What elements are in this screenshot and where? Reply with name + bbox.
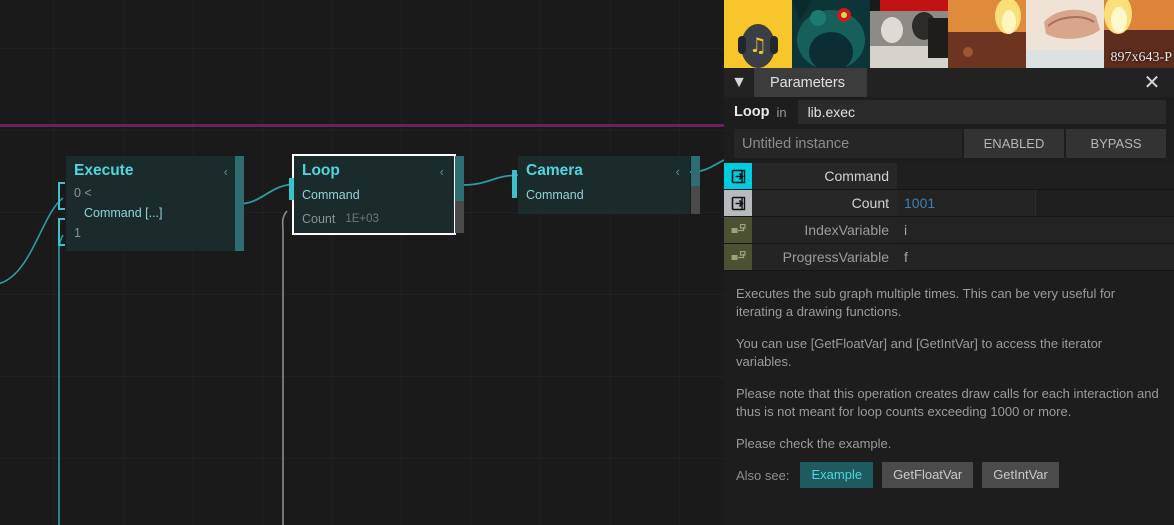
node-camera-input-port[interactable] — [512, 170, 517, 198]
input-arrow-icon[interactable] — [724, 190, 752, 216]
operator-in-word: in — [776, 104, 787, 120]
node-camera-row-command-label: Command — [526, 188, 584, 202]
thumbnail-resolution-label: 897x643-P — [1110, 50, 1172, 65]
application-window: Execute ‹ 0 < Command [...] 1 Loop ‹ Com… — [0, 0, 1174, 525]
node-execute-title: Execute ‹ — [66, 156, 238, 185]
node-execute-port-one[interactable]: 1 — [66, 223, 238, 243]
chevron-left-icon[interactable]: ‹ — [440, 164, 446, 179]
node-loop-row-count-label: Count — [302, 212, 336, 226]
thumbnail-owl[interactable] — [792, 0, 870, 68]
connection-wires — [0, 159, 724, 525]
node-loop-row-command[interactable]: Command — [294, 185, 454, 205]
node-camera-title: Camera ‹ — [518, 156, 690, 185]
parameter-value-count-secondary[interactable] — [1035, 190, 1174, 216]
also-see-getfloatvar-button[interactable]: GetFloatVar — [882, 462, 974, 488]
thumbnail-music[interactable]: ♫ — [724, 0, 792, 68]
node-loop-title: Loop ‹ — [294, 156, 454, 185]
node-execute-input-hook-zero[interactable] — [58, 182, 65, 210]
dropdown-caret-icon[interactable]: ▼ — [724, 68, 754, 97]
parameter-table: Command Count 1001 IndexVariable i Progr… — [724, 163, 1174, 271]
parameter-row-command[interactable]: Command — [724, 163, 1174, 190]
parameter-value-indexvariable-text: i — [904, 222, 908, 238]
parameter-value-progressvariable[interactable]: f — [897, 244, 1174, 270]
thumbnail-explosion[interactable] — [948, 0, 1026, 68]
panel-body: Loop in lib.exec Untitled instance ENABL… — [724, 97, 1174, 525]
variable-icon[interactable] — [724, 217, 752, 243]
node-loop-subgraph-port[interactable] — [455, 201, 464, 233]
node-loop-output-port[interactable] — [455, 156, 464, 201]
also-see-label: Also see: — [736, 467, 790, 483]
node-execute-title-text: Execute — [74, 162, 134, 179]
parameter-label-command: Command — [752, 163, 897, 189]
parameter-value-count[interactable]: 1001 — [897, 190, 1035, 216]
node-camera-output-port[interactable] — [691, 156, 700, 186]
instance-name-input[interactable]: Untitled instance — [734, 129, 962, 158]
library-field[interactable]: lib.exec — [797, 100, 1166, 124]
node-loop-row-command-label: Command — [302, 188, 360, 202]
node-execute-row-command[interactable]: Command [...] — [66, 203, 238, 223]
parameter-row-count[interactable]: Count 1001 — [724, 190, 1174, 217]
node-execute-port-zero-label: 0 < — [74, 186, 92, 200]
variable-icon[interactable] — [724, 244, 752, 270]
thumbnail-hand[interactable] — [1026, 0, 1104, 68]
node-loop[interactable]: Loop ‹ Command Count 1E+03 — [289, 154, 464, 235]
node-loop-row-count[interactable]: Count 1E+03 — [294, 209, 454, 229]
parameters-panel: ♫ 897x643-P ▼ Parameters ✕ Loop in lib.e… — [724, 0, 1174, 525]
parameter-row-progressvariable[interactable]: ProgressVariable f — [724, 244, 1174, 271]
node-graph-canvas[interactable]: Execute ‹ 0 < Command [...] 1 Loop ‹ Com… — [0, 0, 724, 525]
node-execute-row-command-label: Command [...] — [84, 206, 163, 220]
parameter-label-progressvariable: ProgressVariable — [752, 244, 897, 270]
tab-parameters[interactable]: Parameters — [754, 68, 867, 97]
description-paragraph-2: You can use [GetFloatVar] and [GetIntVar… — [736, 335, 1103, 369]
also-see-section: Also see: Example GetFloatVar GetIntVar — [736, 462, 1059, 488]
parameter-label-indexvariable: IndexVariable — [752, 217, 897, 243]
also-see-example-button[interactable]: Example — [800, 462, 874, 488]
also-see-getintvar-button[interactable]: GetIntVar — [982, 462, 1059, 488]
parameter-value-command[interactable] — [897, 163, 1174, 189]
node-loop-title-text: Loop — [302, 162, 340, 179]
node-loop-row-count-value: 1E+03 — [345, 213, 379, 225]
node-execute-input-hook-one[interactable] — [58, 218, 65, 246]
enabled-button[interactable]: ENABLED — [964, 129, 1064, 158]
parameter-row-indexvariable[interactable]: IndexVariable i — [724, 217, 1174, 244]
parameter-label-count: Count — [752, 190, 897, 216]
chevron-left-icon[interactable]: ‹ — [676, 164, 682, 179]
parameter-value-progressvariable-text: f — [904, 249, 908, 265]
operator-name: Loop — [734, 104, 770, 120]
instance-row: Untitled instance ENABLED BYPASS — [734, 129, 1166, 158]
thumbnail-strip[interactable]: ♫ 897x643-P — [724, 0, 1174, 68]
node-loop-input-port[interactable] — [289, 178, 294, 200]
input-arrow-icon[interactable] — [724, 163, 752, 189]
description-text: Executes the sub graph multiple times. T… — [724, 285, 1174, 453]
bypass-button[interactable]: BYPASS — [1066, 129, 1166, 158]
parameter-value-indexvariable[interactable]: i — [897, 217, 1174, 243]
node-camera-title-text: Camera — [526, 162, 583, 179]
description-paragraph-4: Please check the example. — [736, 435, 892, 451]
close-icon[interactable]: ✕ — [1130, 68, 1174, 97]
description-paragraph-3: Please note that this operation creates … — [736, 385, 1159, 419]
thumbnail-bw-photo[interactable] — [870, 0, 948, 68]
parameter-value-count-number: 1001 — [904, 195, 936, 211]
description-paragraph-1: Executes the sub graph multiple times. T… — [736, 286, 1116, 319]
svg-text:♫: ♫ — [749, 33, 767, 57]
node-camera-secondary-port[interactable] — [691, 186, 700, 214]
node-execute[interactable]: Execute ‹ 0 < Command [...] 1 — [58, 156, 244, 251]
node-camera-row-command[interactable]: Command — [518, 185, 690, 205]
node-execute-output-port[interactable] — [235, 156, 244, 251]
node-camera[interactable]: Camera ‹ Command — [512, 156, 700, 214]
panel-tab-bar: ▼ Parameters ✕ — [724, 68, 1174, 97]
node-execute-port-one-label: 1 — [74, 226, 81, 240]
tab-bar-spacer — [867, 68, 1130, 97]
thumbnail-explosion-two[interactable]: 897x643-P — [1104, 0, 1174, 68]
chevron-left-icon[interactable]: ‹ — [224, 164, 230, 179]
operator-header-row: Loop in lib.exec — [724, 97, 1174, 127]
node-execute-port-zero[interactable]: 0 < — [66, 185, 238, 203]
